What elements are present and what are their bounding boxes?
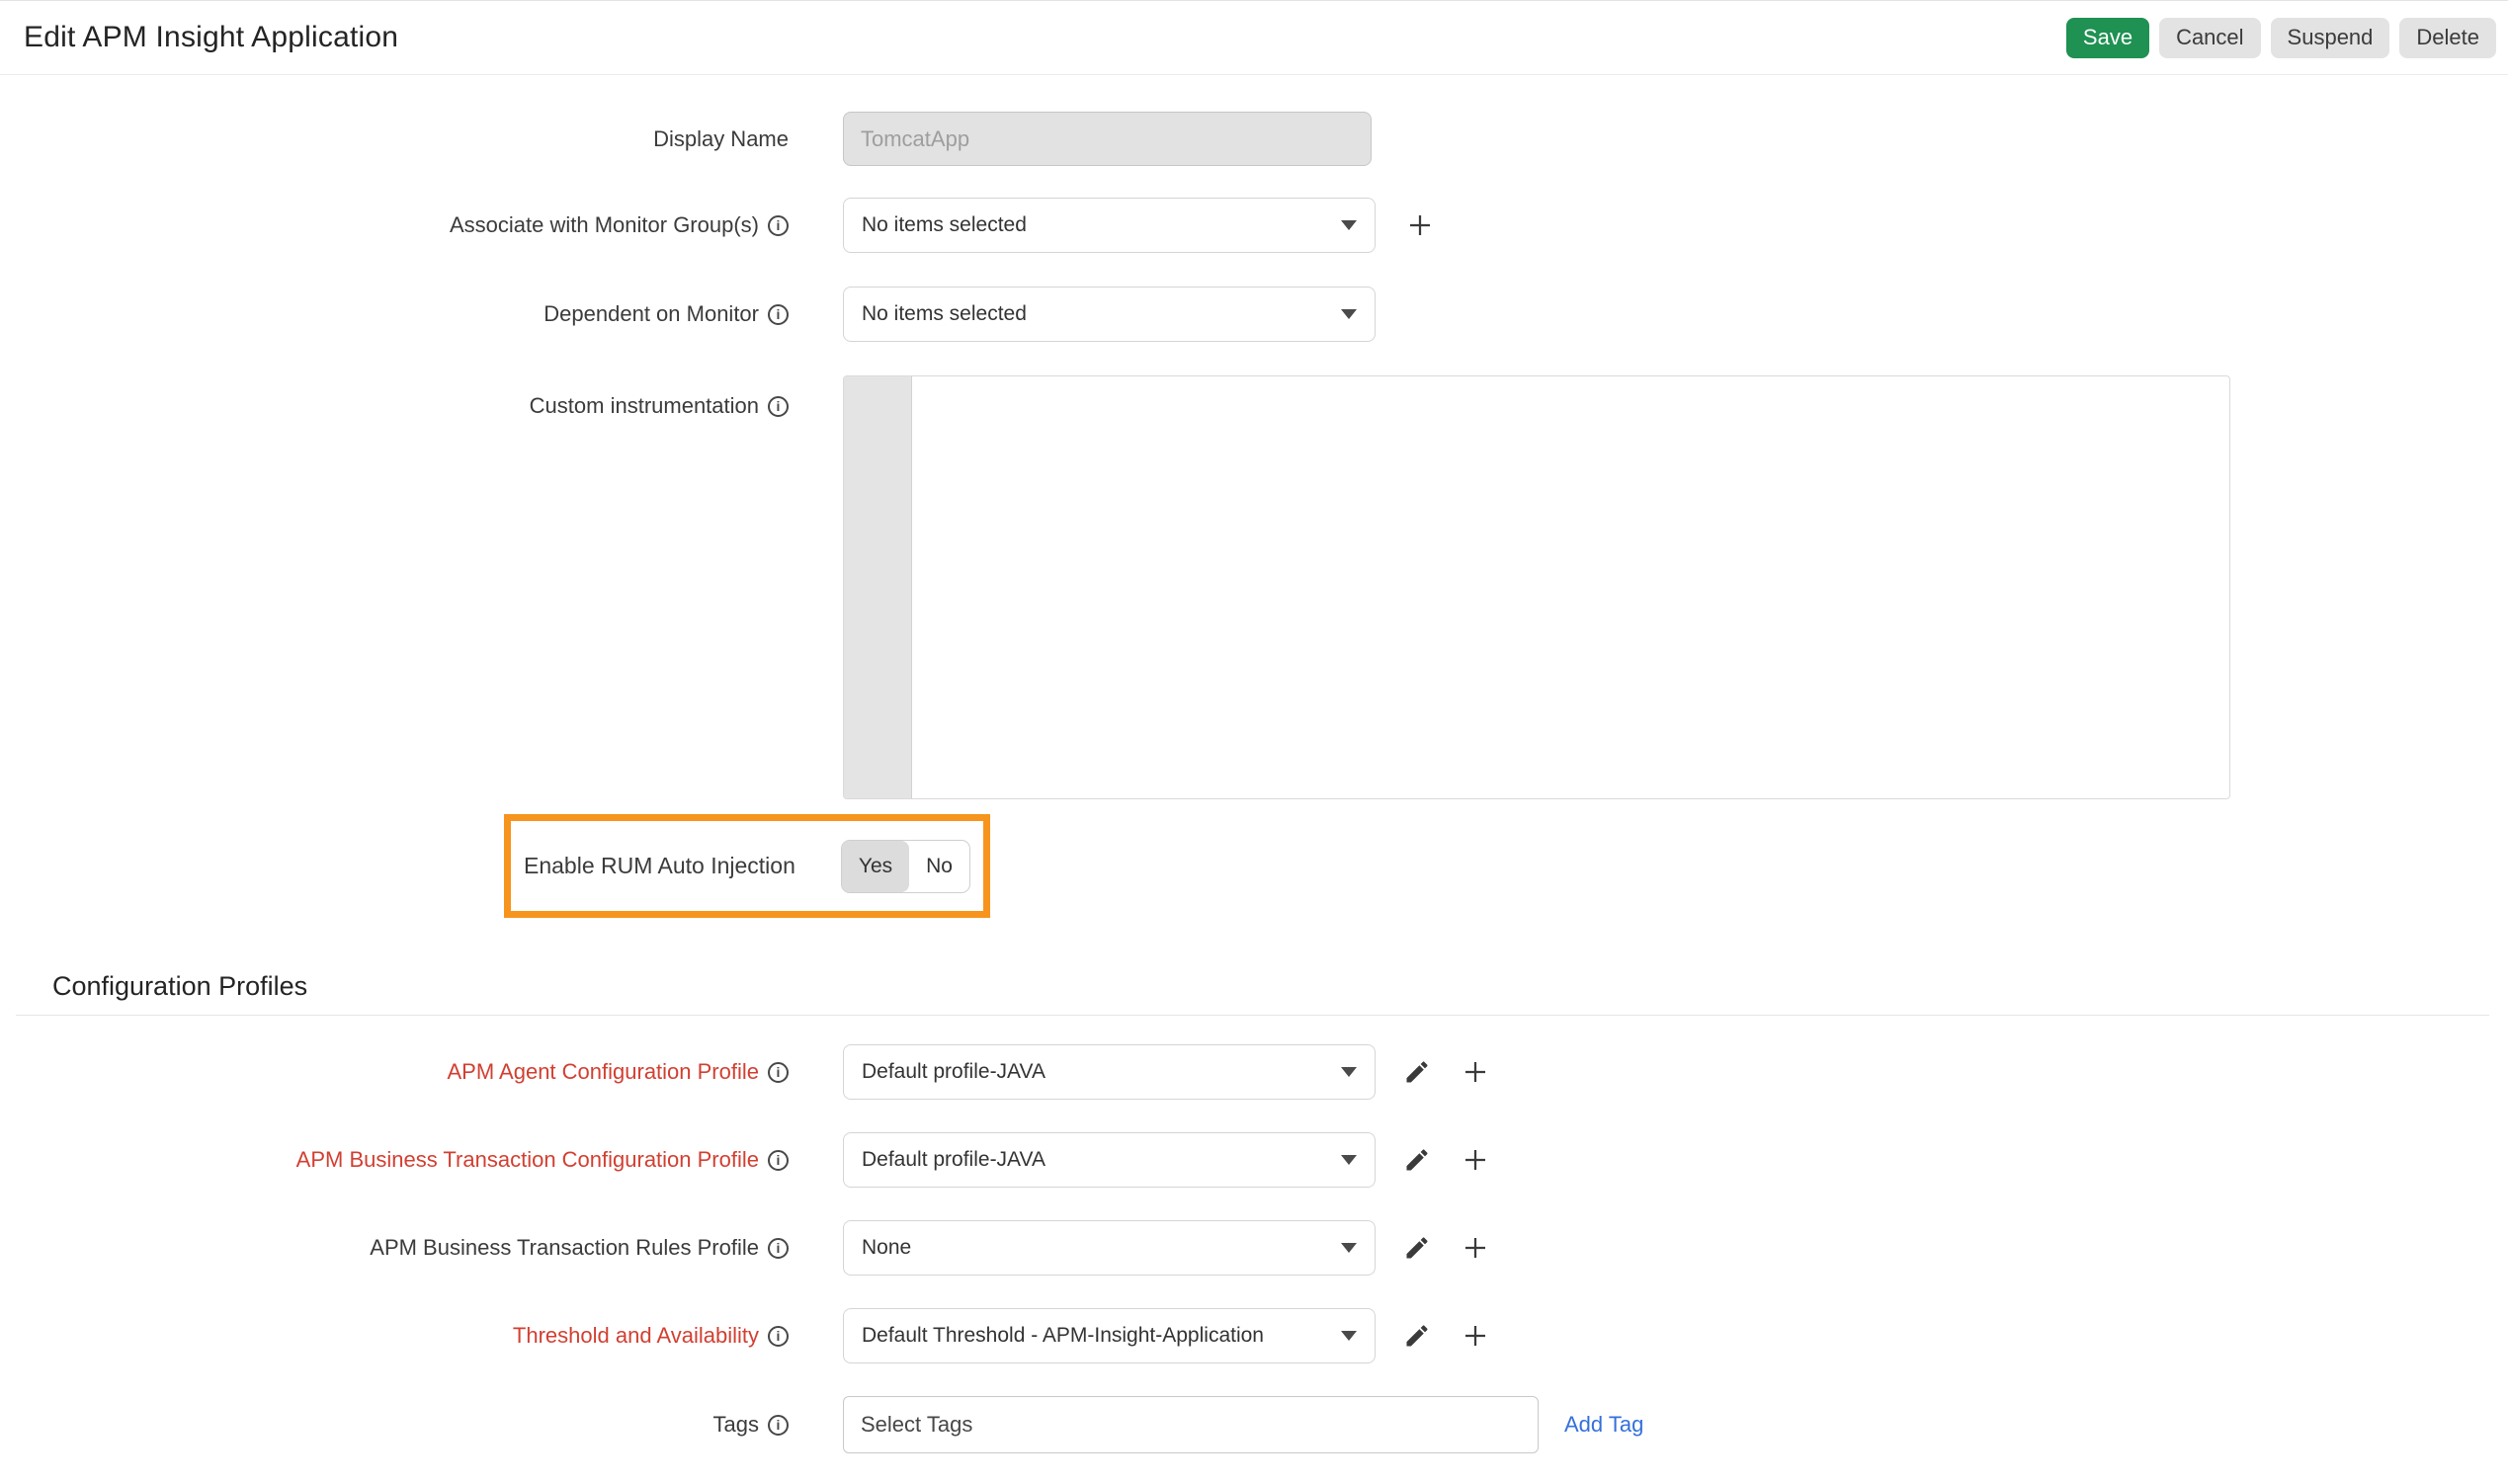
apm-bt-config-profile-row: APM Business Transaction Configuration P… (0, 1132, 2508, 1188)
tags-input[interactable] (843, 1396, 1539, 1453)
rum-highlight-box: Enable RUM Auto Injection Yes No (504, 814, 990, 918)
plus-icon (1461, 1145, 1490, 1175)
page-title: Edit APM Insight Application (24, 21, 398, 54)
apm-bt-rules-profile-label: APM Business Transaction Rules Profile i (0, 1235, 789, 1261)
chevron-down-icon (1341, 1067, 1357, 1077)
custom-instrumentation-label: Custom instrumentation i (0, 375, 789, 419)
threshold-availability-row: Threshold and Availability i Default Thr… (0, 1308, 2508, 1363)
custom-instrumentation-editor[interactable] (843, 375, 2230, 799)
pencil-icon (1403, 1322, 1431, 1350)
tags-row: Tags i Add Tag (0, 1396, 2508, 1453)
save-button[interactable]: Save (2066, 18, 2149, 58)
apm-bt-rules-profile-row: APM Business Transaction Rules Profile i… (0, 1220, 2508, 1276)
info-icon[interactable]: i (768, 1062, 789, 1083)
cancel-button[interactable]: Cancel (2159, 18, 2260, 58)
page-header: Edit APM Insight Application Save Cancel… (0, 1, 2508, 75)
plus-icon (1461, 1321, 1490, 1351)
edit-form: Display Name Associate with Monitor Grou… (0, 75, 2508, 918)
display-name-label: Display Name (0, 126, 789, 152)
info-icon[interactable]: i (768, 215, 789, 236)
info-icon[interactable]: i (768, 1150, 789, 1171)
add-apm-bt-rules-profile-button[interactable] (1461, 1233, 1490, 1263)
add-apm-agent-profile-button[interactable] (1461, 1057, 1490, 1087)
apm-bt-config-profile-dropdown[interactable]: Default profile-JAVA (843, 1132, 1376, 1188)
custom-instrumentation-row: Custom instrumentation i (0, 375, 2508, 799)
info-icon[interactable]: i (768, 304, 789, 325)
display-name-input (843, 112, 1372, 166)
apm-agent-profile-dropdown[interactable]: Default profile-JAVA (843, 1044, 1376, 1100)
edit-apm-bt-config-profile-button[interactable] (1403, 1146, 1431, 1174)
dependent-monitor-label: Dependent on Monitor i (0, 301, 789, 327)
delete-button[interactable]: Delete (2399, 18, 2496, 58)
add-monitor-group-button[interactable] (1405, 210, 1435, 240)
apm-bt-rules-profile-value: None (862, 1236, 911, 1260)
rum-auto-injection-label: Enable RUM Auto Injection (524, 853, 795, 879)
dependent-monitor-dropdown[interactable]: No items selected (843, 287, 1376, 342)
chevron-down-icon (1341, 1155, 1357, 1165)
rum-toggle-yes[interactable]: Yes (842, 841, 909, 892)
edit-apm-bt-rules-profile-button[interactable] (1403, 1234, 1431, 1262)
editor-gutter (844, 376, 912, 798)
apm-agent-profile-value: Default profile-JAVA (862, 1060, 1045, 1084)
pencil-icon (1403, 1058, 1431, 1086)
section-divider (16, 1015, 2489, 1016)
edit-threshold-availability-button[interactable] (1403, 1322, 1431, 1350)
monitor-groups-dropdown[interactable]: No items selected (843, 198, 1376, 253)
apm-bt-config-profile-label: APM Business Transaction Configuration P… (0, 1147, 789, 1173)
monitor-groups-row: Associate with Monitor Group(s) i No ite… (0, 198, 2508, 253)
section-title: Configuration Profiles (52, 973, 2508, 1000)
dependent-monitor-row: Dependent on Monitor i No items selected (0, 287, 2508, 342)
plus-icon (1405, 210, 1435, 240)
threshold-availability-label: Threshold and Availability i (0, 1323, 789, 1349)
dependent-monitor-value: No items selected (862, 302, 1027, 326)
rum-auto-injection-toggle: Yes No (841, 840, 970, 893)
header-actions: Save Cancel Suspend Delete (2066, 18, 2496, 58)
info-icon[interactable]: i (768, 1238, 789, 1259)
chevron-down-icon (1341, 309, 1357, 319)
info-icon[interactable]: i (768, 1415, 789, 1436)
add-tag-link[interactable]: Add Tag (1564, 1412, 1643, 1438)
apm-agent-profile-row: APM Agent Configuration Profile i Defaul… (0, 1044, 2508, 1100)
edit-apm-agent-profile-button[interactable] (1403, 1058, 1431, 1086)
chevron-down-icon (1341, 220, 1357, 230)
add-threshold-availability-button[interactable] (1461, 1321, 1490, 1351)
info-icon[interactable]: i (768, 396, 789, 417)
monitor-groups-label: Associate with Monitor Group(s) i (0, 212, 789, 238)
suspend-button[interactable]: Suspend (2271, 18, 2390, 58)
tags-label: Tags i (0, 1412, 789, 1438)
info-icon[interactable]: i (768, 1326, 789, 1347)
chevron-down-icon (1341, 1243, 1357, 1253)
apm-agent-profile-label: APM Agent Configuration Profile i (0, 1059, 789, 1085)
display-name-row: Display Name (0, 112, 2508, 166)
apm-bt-config-profile-value: Default profile-JAVA (862, 1148, 1045, 1172)
threshold-availability-value: Default Threshold - APM-Insight-Applicat… (862, 1324, 1264, 1348)
configuration-profiles-section: Configuration Profiles APM Agent Configu… (0, 973, 2508, 1453)
plus-icon (1461, 1057, 1490, 1087)
editor-content[interactable] (912, 376, 2229, 798)
add-apm-bt-config-profile-button[interactable] (1461, 1145, 1490, 1175)
pencil-icon (1403, 1146, 1431, 1174)
monitor-groups-value: No items selected (862, 213, 1027, 237)
plus-icon (1461, 1233, 1490, 1263)
rum-toggle-no[interactable]: No (909, 841, 969, 892)
threshold-availability-dropdown[interactable]: Default Threshold - APM-Insight-Applicat… (843, 1308, 1376, 1363)
chevron-down-icon (1341, 1331, 1357, 1341)
pencil-icon (1403, 1234, 1431, 1262)
apm-bt-rules-profile-dropdown[interactable]: None (843, 1220, 1376, 1276)
